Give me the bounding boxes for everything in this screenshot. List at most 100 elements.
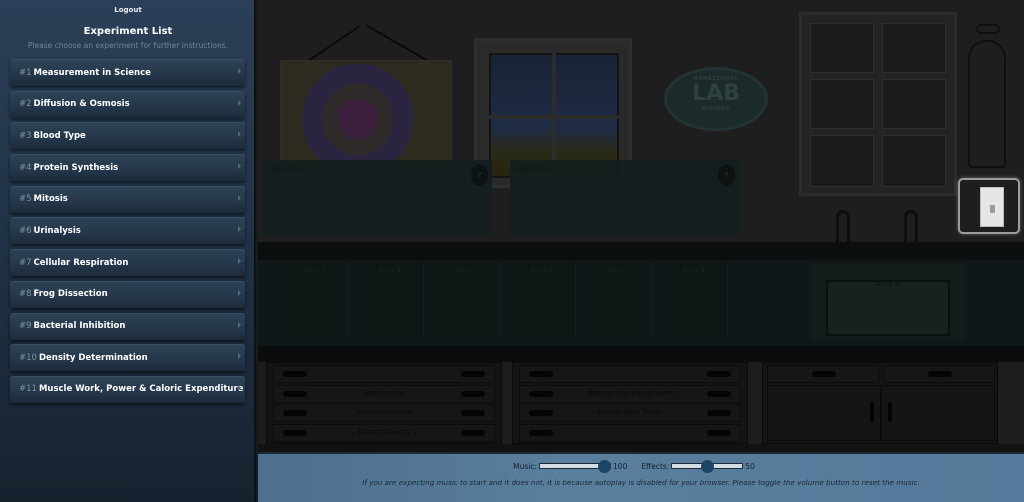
experiment-name: Density Determination (38, 352, 148, 363)
experiment-name: Urinalysis (33, 225, 81, 236)
supply-drawer[interactable]: ⌄ Measuring Equipment ⌄ (519, 384, 741, 403)
drawer-handle (283, 371, 307, 377)
chevron-right-icon (238, 99, 241, 106)
floor (258, 444, 1024, 452)
experiment-item[interactable]: #8 Frog Dissection (10, 280, 245, 308)
experiment-number: #4 (19, 162, 32, 173)
experiment-name: Blood Type (33, 130, 86, 141)
experiment-number: #11 (19, 384, 37, 395)
lab-area-2-help-button[interactable]: ? (718, 164, 735, 186)
experiment-name: Cellular Respiration (33, 257, 129, 268)
lab-coat-icon (968, 40, 1006, 168)
supply-drawer[interactable]: ⌄ Miscellaneous ⌄ (273, 404, 495, 422)
experiment-name: Measurement in Science (33, 67, 151, 78)
drawer-handle (529, 371, 553, 377)
experiment-item[interactable]: #7 Cellular Respiration (10, 249, 245, 277)
experiment-name: Bacterial Inhibition (33, 321, 126, 331)
cabinet-shelf-skull (810, 79, 874, 129)
counter-area-slot[interactable]: Area 3 (280, 262, 348, 338)
chevron-right-icon (238, 194, 241, 201)
supply-drawer[interactable] (519, 365, 741, 383)
drawer-handle (707, 390, 731, 397)
chevron-right-icon (238, 131, 241, 138)
sink-cabinet-drawer[interactable] (883, 365, 995, 383)
lab-area-1-help-button[interactable]: ? (471, 164, 488, 186)
counter-area-slot[interactable]: Area 4 (356, 262, 424, 338)
experiment-list-title: Experiment List (83, 26, 173, 37)
lab-area-2[interactable]: Lab Area 2 ? (510, 160, 740, 236)
slider-thumb[interactable] (701, 460, 715, 473)
drawer-handle (461, 390, 485, 397)
cabinet-shelf-beaker (810, 23, 874, 73)
audio-controls: Music: 100 Effects: 50 (258, 460, 1024, 473)
music-label: Music: (513, 461, 537, 471)
experiment-item[interactable]: #5 Mitosis (10, 185, 245, 213)
lab-coat-hanger[interactable] (960, 0, 1012, 170)
chevron-right-icon (238, 353, 241, 360)
drawer-handle (707, 410, 731, 416)
experiment-number: #1 (19, 67, 32, 78)
cabinet-shelf-flask (882, 23, 946, 73)
supply-drawer[interactable]: ⌄ Basic Objects ⌄ (273, 423, 495, 442)
chevron-right-icon (238, 226, 241, 233)
experiment-item[interactable]: #6 Urinalysis (10, 217, 245, 245)
sink-area-label: Area 9 (876, 280, 900, 288)
sink-basin (826, 280, 950, 336)
experiment-name: Mitosis (33, 194, 68, 205)
experiment-number: #7 (19, 257, 32, 268)
counter-area-slot[interactable]: Area 5 (432, 262, 500, 338)
experiment-item[interactable]: #1 Measurement in Science (10, 59, 245, 86)
chevron-right-icon (238, 384, 241, 391)
autoplay-notice: If you are expecting music to start and … (362, 478, 920, 487)
cell-diagram-poster[interactable] (280, 60, 452, 168)
drawer-handle (529, 429, 553, 436)
experiment-item[interactable]: #11 Muscle Work, Power & Caloric Expendit… (10, 375, 245, 403)
music-volume-value: 100 (612, 461, 628, 471)
effects-volume-value: 50 (745, 461, 755, 471)
safety-goggles-icon (976, 24, 1000, 34)
cabinet-shelf-laptop (882, 135, 946, 187)
experiment-number: #5 (19, 194, 32, 205)
experiment-name: Muscle Work, Power & Caloric Expenditure (38, 384, 244, 395)
homeschool-lab-sign: HOMESCHOOL LAB BIOLOGY (664, 67, 768, 131)
experiment-item[interactable]: #2 Diffusion & Osmosis (10, 90, 245, 118)
glass-supply-cabinet[interactable] (799, 12, 957, 196)
experiment-number: #2 (19, 99, 32, 110)
experiment-item[interactable]: #4 Protein Synthesis (10, 154, 245, 182)
chevron-right-icon (238, 321, 241, 328)
music-volume-slider[interactable] (538, 460, 611, 473)
supply-drawer[interactable]: ⌄ Dissection Tools ⌄ (519, 404, 741, 422)
slider-thumb[interactable] (597, 460, 611, 473)
supply-drawer[interactable] (273, 365, 495, 383)
sign-main-text: LAB (692, 81, 740, 106)
sink-cabinet-drawer[interactable] (767, 365, 879, 383)
light-switch-button[interactable] (958, 178, 1020, 234)
experiment-item[interactable]: #9 Bacterial Inhibition (10, 312, 245, 340)
counter-area-label: Area 3 (302, 267, 325, 275)
experiment-item[interactable]: #3 Blood Type (10, 122, 245, 150)
experiment-number: #6 (19, 225, 32, 236)
supply-drawer[interactable] (519, 423, 741, 442)
experiment-name: Protein Synthesis (33, 162, 119, 173)
experiment-sidebar: Logout Experiment List Please choose an … (0, 0, 256, 502)
chevron-right-icon (238, 163, 241, 170)
effects-volume-slider[interactable] (671, 460, 744, 473)
logout-link[interactable]: Logout (0, 6, 256, 14)
experiment-list-subtitle: Please choose an experiment for further … (27, 41, 229, 50)
counter-area-label: Area 8 (682, 267, 705, 275)
sink-area[interactable]: Area 9 (808, 262, 968, 342)
counter-area-slot[interactable]: Area 6 (508, 262, 576, 338)
sink-cabinet (762, 362, 998, 444)
lab-area-1[interactable]: Lab Area 1 ? (262, 160, 492, 236)
counter-area-slot[interactable]: Area 8 (660, 262, 728, 338)
counter-area-slot[interactable]: Area 7 (584, 262, 652, 338)
left-drawer-bank: ⌄ Specimens ⌄ ⌄ Miscellaneous ⌄ ⌄ Basic Ob… (266, 362, 502, 444)
supply-drawer[interactable]: ⌄ Specimens ⌄ (273, 384, 495, 403)
cabinet-shelf-test-tubes (810, 135, 874, 187)
experiment-number: #9 (19, 321, 32, 331)
right-drawer-bank: ⌄ Measuring Equipment ⌄ ⌄ Dissection Tool… (512, 362, 748, 444)
experiment-item[interactable]: #10 Density Determination (10, 344, 245, 372)
sink-cabinet-right-door[interactable] (881, 385, 995, 441)
drawer-handle (461, 429, 485, 436)
sink-cabinet-left-door[interactable] (767, 385, 881, 441)
